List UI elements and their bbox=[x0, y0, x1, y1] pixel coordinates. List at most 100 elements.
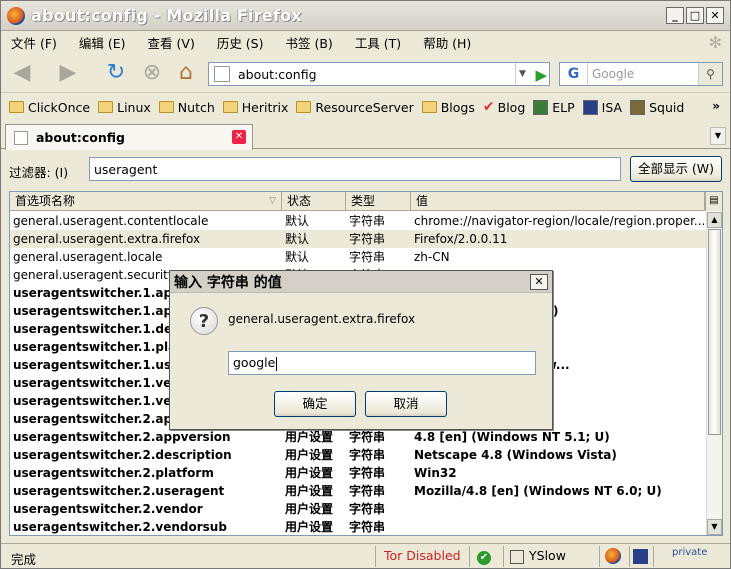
header-preference-name[interactable]: 首选项名称 ▽ bbox=[10, 192, 282, 211]
ok-button[interactable]: 确定 bbox=[274, 391, 356, 417]
bookmark-item[interactable]: ELP bbox=[533, 99, 575, 115]
elp-icon bbox=[533, 99, 549, 115]
search-engine-button[interactable]: G bbox=[560, 63, 588, 85]
table-row[interactable]: general.useragent.locale 默认 字符串 zh-CN bbox=[10, 248, 706, 266]
folder-icon bbox=[296, 101, 312, 113]
reload-icon[interactable]: ↻ bbox=[103, 62, 129, 86]
cell-type: 字符串 bbox=[349, 520, 386, 534]
table-row[interactable]: useragentswitcher.2.appversion 用户设置 字符串 4.8… bbox=[10, 428, 706, 446]
firefox-icon[interactable] bbox=[599, 546, 627, 567]
value-input[interactable]: google bbox=[228, 351, 536, 375]
cell-value bbox=[411, 518, 706, 535]
bookmark-label: Nutch bbox=[177, 99, 215, 115]
bookmark-item[interactable]: ClickOnce bbox=[9, 100, 90, 115]
search-icon[interactable]: ⚲ bbox=[698, 63, 722, 85]
menu-tools[interactable]: 工具 (T) bbox=[355, 33, 401, 52]
bookmark-item[interactable]: ✔ Blog bbox=[483, 99, 525, 115]
bookmark-item[interactable]: Linux bbox=[98, 100, 151, 115]
chevron-down-icon[interactable]: ▼ bbox=[515, 63, 529, 85]
yslow-icon bbox=[510, 549, 524, 564]
grid-header: 首选项名称 ▽ 状态 类型 值 bbox=[10, 192, 722, 211]
cell-name: useragentswitcher.2.vendor bbox=[13, 502, 203, 516]
bookmark-item[interactable]: Squid bbox=[630, 99, 684, 115]
filter-label: 过滤器: (I) bbox=[9, 165, 69, 180]
close-window-button[interactable]: ✕ bbox=[706, 7, 724, 24]
bookmarks-overflow-button[interactable]: » bbox=[712, 99, 720, 113]
window-title: about:config - Mozilla Firefox bbox=[31, 6, 302, 25]
table-row[interactable]: useragentswitcher.2.platform 用户设置 字符串 Win32 bbox=[10, 464, 706, 482]
firefox-icon bbox=[7, 6, 25, 25]
table-row[interactable]: useragentswitcher.2.description 用户设置 字符串 Ne… bbox=[10, 446, 706, 464]
header-type[interactable]: 类型 bbox=[346, 192, 411, 211]
cell-value: Mozilla/4.8 [en] (Windows NT 6.0; U) bbox=[414, 484, 662, 498]
table-row[interactable]: useragentswitcher.2.vendorsub 用户设置 字符串 bbox=[10, 518, 706, 535]
header-value[interactable]: 值 bbox=[411, 192, 705, 211]
bookmark-item[interactable]: ISA bbox=[582, 99, 623, 115]
column-picker-icon[interactable]: ▤ bbox=[705, 192, 722, 211]
go-icon[interactable]: ▶ bbox=[535, 66, 547, 84]
table-row[interactable]: general.useragent.extra.firefox 默认 字符串 Fire… bbox=[10, 230, 706, 248]
bookmark-item[interactable]: Heritrix bbox=[222, 100, 288, 115]
cell-name: general.useragent.extra.firefox bbox=[13, 232, 201, 246]
show-all-button[interactable]: 全部显示 (W) bbox=[630, 156, 722, 182]
maximize-button[interactable]: □ bbox=[686, 7, 704, 24]
menu-edit[interactable]: 编辑 (E) bbox=[79, 33, 126, 52]
window-controls: _ □ ✕ bbox=[666, 7, 724, 24]
dialog-title: 输入 字符串 的值 bbox=[174, 274, 282, 291]
bookmark-item[interactable]: Blogs bbox=[421, 99, 475, 115]
tab-about-config[interactable]: about:config ✕ bbox=[5, 124, 253, 150]
tab-list-button[interactable]: ▼ bbox=[710, 127, 726, 145]
cell-status: 用户设置 bbox=[285, 502, 334, 516]
cell-type: 字符串 bbox=[349, 502, 386, 516]
table-row[interactable]: useragentswitcher.2.vendor 用户设置 字符串 bbox=[10, 500, 706, 518]
security-check-icon[interactable]: ✔ bbox=[469, 546, 501, 567]
cell-value: Win32 bbox=[414, 466, 457, 480]
bookmark-label: ClickOnce bbox=[28, 99, 91, 115]
scroll-down-icon[interactable]: ▼ bbox=[707, 519, 722, 535]
scroll-up-icon[interactable]: ▲ bbox=[707, 212, 722, 228]
stop-icon[interactable]: ⊗ bbox=[139, 62, 165, 86]
scroll-thumb[interactable] bbox=[708, 229, 721, 435]
cell-value: 4.8 [en] (Windows NT 5.1; U) bbox=[414, 430, 610, 444]
menu-history[interactable]: 历史 (S) bbox=[217, 33, 264, 52]
yslow-label: YSlow bbox=[529, 548, 566, 563]
menu-file[interactable]: 文件 (F) bbox=[11, 33, 57, 52]
text-caret bbox=[276, 356, 278, 371]
cell-status: 默认 bbox=[285, 250, 310, 264]
search-input[interactable]: Google bbox=[592, 67, 634, 81]
tab-title: about:config bbox=[36, 130, 125, 145]
table-row[interactable]: useragentswitcher.2.useragent 用户设置 字符串 Mozi… bbox=[10, 482, 706, 500]
cell-name: general.useragent.locale bbox=[13, 250, 163, 264]
bookmark-item[interactable]: Nutch bbox=[158, 99, 215, 115]
minimize-button[interactable]: _ bbox=[666, 7, 684, 24]
status-bar: 完成 Tor Disabled ✔ YSlow private bbox=[1, 543, 730, 568]
back-icon[interactable]: ◀ bbox=[9, 62, 35, 86]
tab-bar: about:config ✕ ▼ bbox=[1, 121, 730, 150]
bookmark-label: ResourceServer bbox=[315, 99, 414, 115]
grid-scrollbar[interactable]: ▲ ▼ bbox=[706, 212, 722, 535]
menu-help[interactable]: 帮助 (H) bbox=[423, 33, 471, 52]
forward-icon[interactable]: ▶ bbox=[55, 62, 81, 86]
folder-icon bbox=[158, 101, 174, 113]
cancel-button[interactable]: 取消 bbox=[365, 391, 447, 417]
yslow-button[interactable]: YSlow bbox=[503, 546, 597, 567]
extension-icon[interactable] bbox=[629, 546, 651, 567]
home-icon[interactable]: ⌂ bbox=[173, 62, 199, 86]
menu-bookmarks[interactable]: 书签 (B) bbox=[286, 33, 333, 52]
close-icon[interactable]: ✕ bbox=[530, 274, 548, 290]
tor-status[interactable]: Tor Disabled bbox=[375, 546, 467, 567]
bookmark-label: Blogs bbox=[440, 99, 475, 115]
filter-input[interactable] bbox=[89, 157, 621, 181]
url-bar[interactable]: about:config ▼ ▶ bbox=[208, 62, 550, 86]
question-icon: ? bbox=[190, 307, 218, 335]
menu-view[interactable]: 查看 (V) bbox=[148, 33, 195, 52]
bookmark-label: ISA bbox=[601, 99, 623, 115]
bookmark-item[interactable]: ResourceServer bbox=[296, 99, 414, 115]
search-bar[interactable]: G Google ⚲ bbox=[559, 62, 723, 86]
close-icon[interactable]: ✕ bbox=[232, 130, 246, 144]
private-toggle[interactable]: private bbox=[653, 546, 729, 567]
cell-value: zh-CN bbox=[414, 250, 450, 264]
table-row[interactable]: general.useragent.contentlocale 默认 字符串 chro… bbox=[10, 212, 706, 230]
bookmarks-toolbar: ClickOnce Linux Nutch Heritrix ResourceS… bbox=[1, 95, 730, 119]
header-status[interactable]: 状态 bbox=[282, 192, 346, 211]
